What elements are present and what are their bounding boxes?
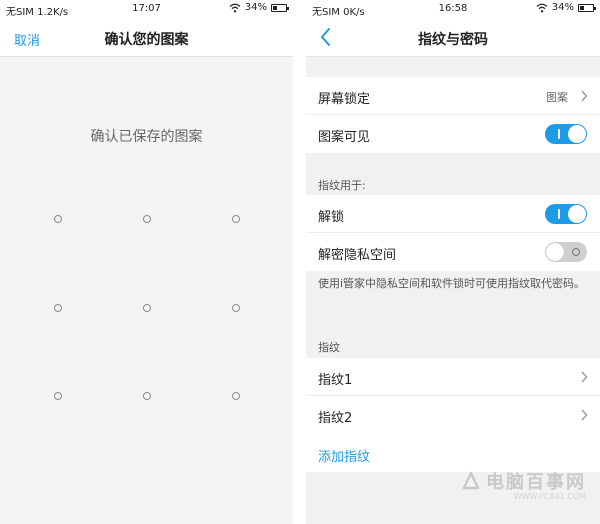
- pattern-dot[interactable]: [143, 392, 151, 400]
- page-title: 确认您的图案: [104, 32, 189, 48]
- pattern-dot[interactable]: [232, 392, 240, 400]
- status-bar: 无SIM 0K/s 16:58 34%: [306, 0, 600, 18]
- top-nav-bar: 指纹与密码: [306, 18, 600, 57]
- private-space-row: 解密隐私空间: [306, 233, 600, 271]
- unlock-row: 解锁: [306, 195, 600, 233]
- status-icons: 34%: [229, 2, 289, 13]
- pattern-visible-row: 图案可见: [306, 115, 600, 153]
- fingerprint-use-section: 解锁 解密隐私空间: [306, 195, 600, 271]
- pattern-dot[interactable]: [143, 304, 151, 312]
- battery-icon: [578, 3, 596, 12]
- add-fingerprint-button[interactable]: 添加指纹: [318, 446, 370, 465]
- pattern-dot[interactable]: [54, 215, 62, 223]
- private-space-toggle[interactable]: [545, 242, 587, 262]
- wifi-icon: [229, 3, 241, 12]
- chevron-right-icon: [581, 371, 588, 383]
- screen-lock-row[interactable]: 屏幕锁定 图案: [306, 77, 600, 115]
- pattern-dot[interactable]: [54, 392, 62, 400]
- fingerprint-item[interactable]: 指纹1: [306, 358, 600, 396]
- fingerprint-item[interactable]: 指纹2: [306, 396, 600, 434]
- battery-percent: 34%: [551, 2, 574, 13]
- unlock-toggle[interactable]: [545, 204, 587, 224]
- pattern-dot[interactable]: [54, 304, 62, 312]
- top-nav-bar: 取消 确认您的图案: [0, 18, 293, 57]
- private-space-label: 解密隐私空间: [318, 248, 397, 263]
- site-watermark: 电脑百事网 WWW.PC841.COM: [460, 468, 586, 501]
- chevron-right-icon: [581, 90, 588, 102]
- status-bar: 无SIM 1.2K/s 17:07 34%: [0, 0, 293, 18]
- battery-percent: 34%: [244, 2, 267, 13]
- pattern-dot[interactable]: [232, 304, 240, 312]
- fingerprint-use-header: 指纹用于:: [318, 179, 366, 192]
- pattern-visible-label: 图案可见: [318, 130, 371, 145]
- fingerprint-label: 指纹2: [318, 411, 353, 426]
- unlock-label: 解锁: [318, 210, 345, 225]
- pattern-confirm-screen: 无SIM 1.2K/s 17:07 34% 取消 确认您的图案 确认已保存的图案: [0, 0, 293, 524]
- lock-settings-section: 屏幕锁定 图案 图案可见: [306, 77, 600, 153]
- fingerprint-password-screen: 无SIM 0K/s 16:58 34% 指纹与密码 屏幕锁定 图案 图案可见 指…: [306, 0, 600, 524]
- watermark-text: 电脑百事网: [486, 472, 586, 493]
- screen-lock-value: 图案: [546, 91, 568, 104]
- pattern-dot[interactable]: [232, 215, 240, 223]
- status-icons: 34%: [536, 2, 596, 13]
- fingerprint-label: 指纹1: [318, 373, 353, 388]
- chevron-right-icon: [581, 409, 588, 421]
- fingerprint-note: 使用i管家中隐私空间和软件锁时可使用指纹取代密码。: [318, 277, 586, 290]
- page-title: 指纹与密码: [418, 32, 488, 48]
- watermark-url: WWW.PC841.COM: [513, 492, 586, 501]
- watermark-logo-icon: [462, 471, 480, 490]
- wifi-icon: [536, 3, 548, 12]
- pattern-visible-toggle[interactable]: [545, 124, 587, 144]
- battery-icon: [271, 3, 289, 12]
- fingerprints-header: 指纹: [318, 341, 340, 354]
- pattern-prompt: 确认已保存的图案: [90, 129, 203, 145]
- screen-lock-label: 屏幕锁定: [318, 92, 371, 107]
- pattern-dot[interactable]: [143, 215, 151, 223]
